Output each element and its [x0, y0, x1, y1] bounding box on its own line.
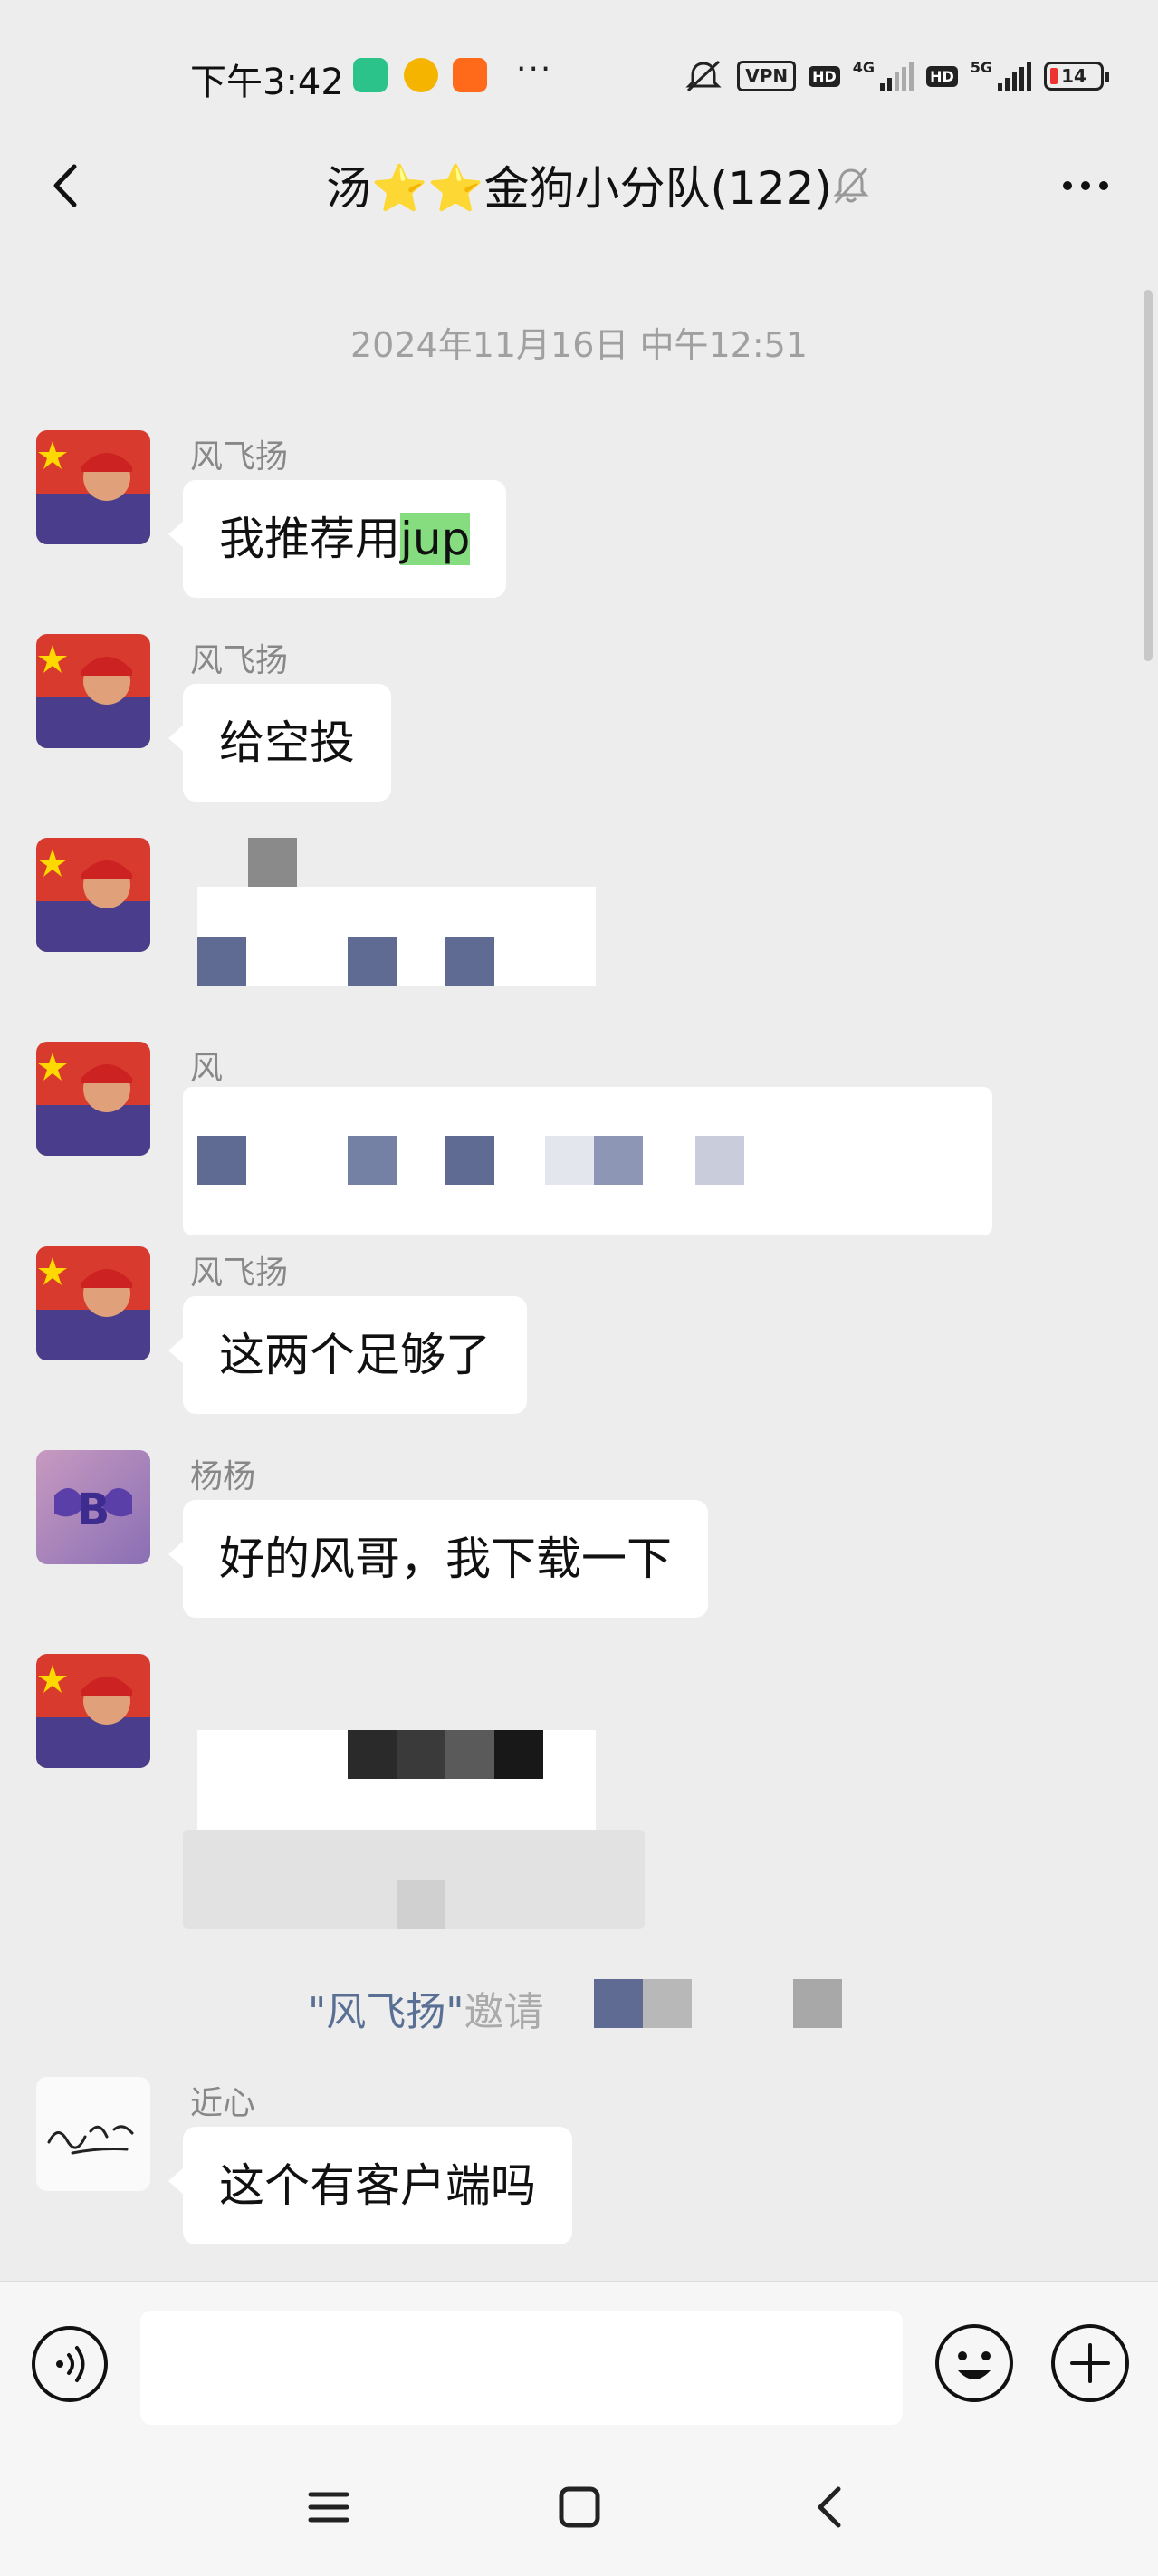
input-bar	[0, 2281, 1158, 2445]
censor-block	[445, 1136, 494, 1185]
censor-block	[594, 1979, 643, 2028]
censor-block	[494, 1730, 543, 1779]
message-text: 这两个足够了	[219, 1329, 491, 1381]
sender-name: 近心	[190, 2085, 256, 2122]
censor-block	[397, 1880, 445, 1929]
highlighted-text: jup	[400, 513, 471, 565]
message-bubble[interactable]: 给空投	[168, 684, 391, 802]
message-bubble[interactable]: 这个有客户端吗	[168, 2127, 572, 2244]
avatar-feifeiyang[interactable]	[36, 430, 150, 544]
avatar-feifeiyang[interactable]	[36, 1042, 150, 1156]
message-text: 好的风哥，我下载一下	[219, 1533, 672, 1585]
censor-block	[545, 1136, 594, 1185]
message-text: 我推荐用	[219, 513, 400, 565]
censor-block	[594, 1136, 643, 1185]
system-invite-note: "风飞扬"邀请	[308, 1979, 543, 2037]
message-input[interactable]	[140, 2311, 903, 2425]
message-list[interactable]: 2024年11月16日 中午12:51 风飞扬 我推荐用jup 风飞扬 给空投 …	[0, 0, 1158, 2281]
censor-block	[445, 937, 494, 986]
emoji-icon[interactable]	[933, 2321, 1016, 2405]
censor-block	[445, 1730, 494, 1779]
message-text: 给空投	[219, 716, 355, 769]
sender-name: 风飞扬	[190, 642, 289, 679]
censor-block	[197, 937, 246, 986]
sender-name: 风飞扬	[190, 1254, 289, 1292]
system-nav-bar	[0, 2444, 1158, 2576]
message-timestamp: 2024年11月16日 中午12:51	[349, 325, 808, 365]
censor-block	[348, 937, 397, 986]
plus-icon[interactable]	[1048, 2321, 1132, 2405]
sender-name: 杨杨	[190, 1458, 256, 1495]
avatar-feifeiyang[interactable]	[36, 1654, 150, 1768]
censored-bubble[interactable]	[197, 887, 596, 986]
svg-text:B: B	[77, 1485, 110, 1535]
home-icon[interactable]	[554, 2482, 605, 2533]
censor-block	[643, 1979, 692, 2028]
menu-icon[interactable]	[303, 2482, 354, 2533]
system-note-text: 邀请	[464, 1989, 544, 2035]
censor-block	[348, 1730, 397, 1779]
censor-block	[695, 1136, 744, 1185]
censor-block	[397, 1730, 445, 1779]
avatar-feifeiyang[interactable]	[36, 634, 150, 748]
censor-block	[248, 838, 297, 887]
censor-block	[348, 1136, 397, 1185]
avatar-jinxin[interactable]	[36, 2077, 150, 2191]
sender-name: 风	[190, 1050, 224, 1087]
message-bubble[interactable]: 这两个足够了	[168, 1296, 527, 1414]
avatar-yangyang[interactable]: B	[36, 1450, 150, 1564]
system-note-name[interactable]: "风飞扬"	[308, 1989, 464, 2035]
voice-icon[interactable]	[29, 2323, 110, 2405]
avatar-feifeiyang[interactable]	[36, 1246, 150, 1360]
system-back-icon[interactable]	[806, 2482, 857, 2533]
censor-block	[793, 1979, 842, 2028]
avatar-feifeiyang[interactable]	[36, 838, 150, 952]
message-bubble[interactable]: 好的风哥，我下载一下	[168, 1500, 708, 1618]
sender-name: 风飞扬	[190, 438, 289, 476]
message-text: 这个有客户端吗	[219, 2159, 536, 2212]
message-bubble[interactable]: 我推荐用jup	[167, 480, 507, 598]
censor-block	[197, 1136, 246, 1185]
